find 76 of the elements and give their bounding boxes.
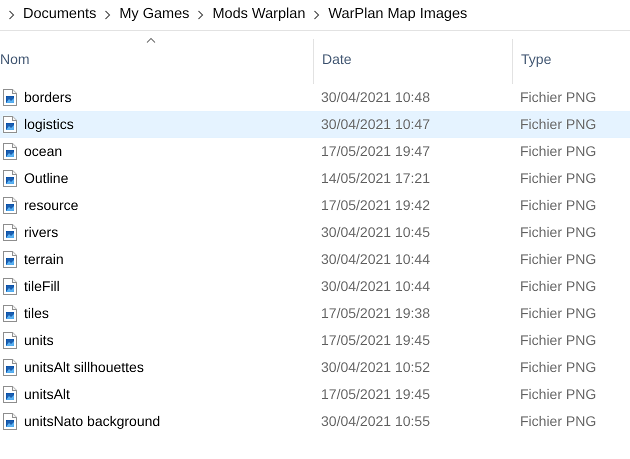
file-date: 30/04/2021 10:44 <box>321 278 430 294</box>
file-date: 30/04/2021 10:44 <box>321 251 430 267</box>
image-file-icon <box>3 359 17 376</box>
file-name: Outline <box>24 169 68 188</box>
file-name: rivers <box>24 223 58 242</box>
file-type: Fichier PNG <box>520 278 596 294</box>
file-type: Fichier PNG <box>520 116 596 132</box>
image-file-icon <box>3 89 17 106</box>
image-file-icon <box>3 413 17 430</box>
file-row[interactable]: tiles 17/05/2021 19:38 Fichier PNG <box>0 300 630 327</box>
file-type: Fichier PNG <box>520 197 596 213</box>
file-row[interactable]: resource 17/05/2021 19:42 Fichier PNG <box>0 192 630 219</box>
file-type: Fichier PNG <box>520 224 596 240</box>
file-row[interactable]: borders 30/04/2021 10:48 Fichier PNG <box>0 84 630 111</box>
file-row[interactable]: tileFill 30/04/2021 10:44 Fichier PNG <box>0 273 630 300</box>
image-file-icon <box>3 332 17 349</box>
file-name: borders <box>24 88 72 107</box>
file-name: unitsAlt sillhouettes <box>24 358 144 377</box>
file-type: Fichier PNG <box>520 305 596 321</box>
image-file-icon <box>3 251 17 268</box>
column-header[interactable]: Date <box>313 39 512 84</box>
file-date: 30/04/2021 10:52 <box>321 359 430 375</box>
chevron-icon[interactable] <box>104 10 112 20</box>
file-row[interactable]: unitsAlt sillhouettes 30/04/2021 10:52 Fichier PNG <box>0 354 630 381</box>
column-header[interactable]: Nom <box>0 39 313 84</box>
image-file-icon <box>3 116 17 133</box>
file-row[interactable]: terrain 30/04/2021 10:44 Fichier PNG <box>0 246 630 273</box>
file-name: unitsNato background <box>24 412 160 431</box>
image-file-icon <box>3 197 17 214</box>
image-file-icon <box>3 386 17 403</box>
file-row[interactable]: rivers 30/04/2021 10:45 Fichier PNG <box>0 219 630 246</box>
file-type: Fichier PNG <box>520 332 596 348</box>
file-row[interactable]: logistics 30/04/2021 10:47 Fichier PNG <box>0 111 630 138</box>
breadcrumb-item[interactable]: Documents <box>23 4 96 26</box>
file-date: 30/04/2021 10:45 <box>321 224 430 240</box>
file-date: 17/05/2021 19:42 <box>321 197 430 213</box>
image-file-icon <box>3 305 17 322</box>
file-name: tiles <box>24 304 49 323</box>
image-file-icon <box>3 143 17 160</box>
image-file-icon <box>3 170 17 187</box>
file-type: Fichier PNG <box>520 89 596 105</box>
file-type: Fichier PNG <box>520 170 596 186</box>
file-name: unitsAlt <box>24 385 70 404</box>
file-name: logistics <box>24 115 74 134</box>
column-header[interactable]: Type <box>512 39 630 84</box>
breadcrumb-item[interactable]: WarPlan Map Images <box>328 4 468 26</box>
file-date: 17/05/2021 19:45 <box>321 332 430 348</box>
file-type: Fichier PNG <box>520 143 596 159</box>
file-date: 14/05/2021 17:21 <box>321 170 430 186</box>
file-row[interactable]: ocean 17/05/2021 19:47 Fichier PNG <box>0 138 630 165</box>
file-date: 17/05/2021 19:38 <box>321 305 430 321</box>
breadcrumb-item[interactable]: My Games <box>119 4 190 26</box>
breadcrumb-item[interactable]: Mods Warplan <box>212 4 306 26</box>
file-row[interactable]: unitsAlt 17/05/2021 19:45 Fichier PNG <box>0 381 630 408</box>
file-date: 17/05/2021 19:47 <box>321 143 430 159</box>
chevron-icon[interactable] <box>197 10 204 20</box>
file-name: ocean <box>24 142 62 161</box>
file-type: Fichier PNG <box>520 386 596 402</box>
file-name: resource <box>24 196 78 215</box>
file-date: 17/05/2021 19:45 <box>321 386 430 402</box>
file-row[interactable]: unitsNato background 30/04/2021 10:55 Fichier PNG <box>0 408 630 435</box>
image-file-icon <box>3 224 17 241</box>
file-name: terrain <box>24 250 64 269</box>
file-name: tileFill <box>24 277 60 296</box>
file-date: 30/04/2021 10:47 <box>321 116 430 132</box>
file-date: 30/04/2021 10:48 <box>321 89 430 105</box>
chevron-icon[interactable] <box>8 10 15 20</box>
file-row[interactable]: units 17/05/2021 19:45 Fichier PNG <box>0 327 630 354</box>
file-row[interactable]: Outline 14/05/2021 17:21 Fichier PNG <box>0 165 630 192</box>
image-file-icon <box>3 278 17 295</box>
file-name: units <box>24 331 54 350</box>
file-type: Fichier PNG <box>520 251 596 267</box>
file-type: Fichier PNG <box>520 413 596 429</box>
file-type: Fichier PNG <box>520 359 596 375</box>
chevron-icon[interactable] <box>313 10 320 20</box>
file-date: 30/04/2021 10:55 <box>321 413 430 429</box>
